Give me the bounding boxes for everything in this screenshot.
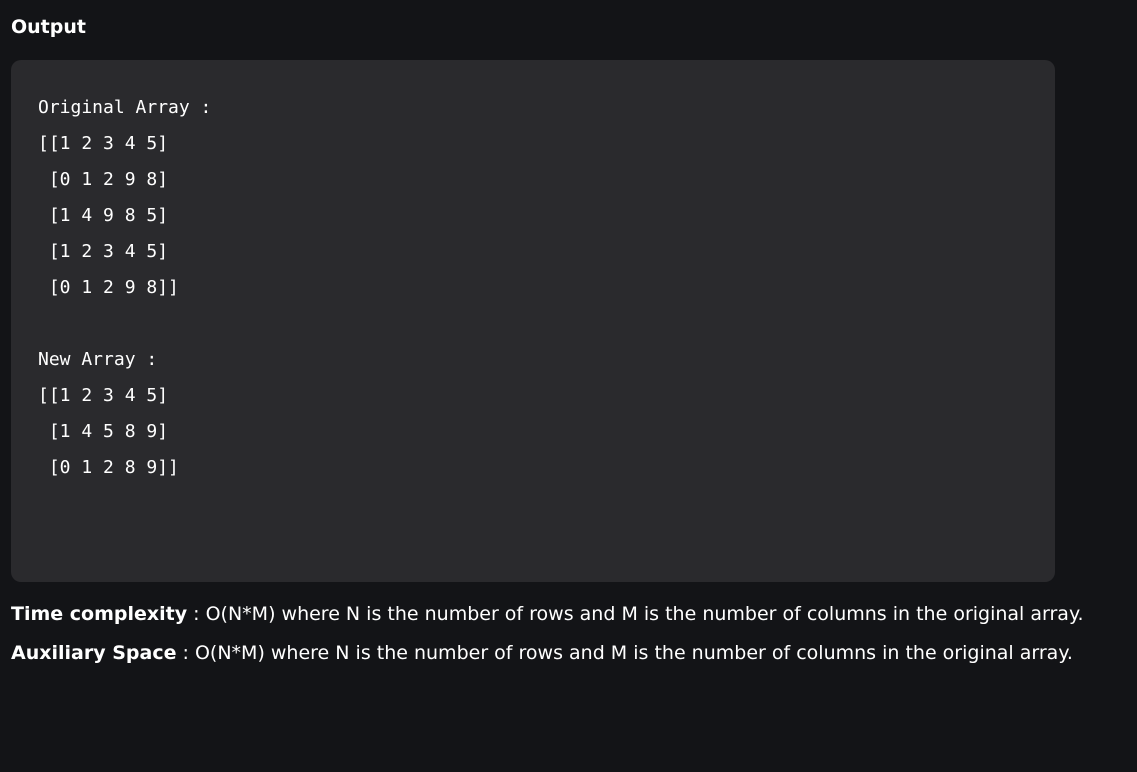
auxiliary-space-note: Auxiliary Space : O(N*M) where N is the … (11, 634, 1111, 673)
output-block: Original Array : [[1 2 3 4 5] [0 1 2 9 8]… (11, 60, 1055, 582)
time-complexity-label: Time complexity (11, 603, 188, 625)
output-heading: Output (11, 16, 86, 38)
output-line: [1 4 5 8 9] (38, 421, 169, 442)
output-line: [0 1 2 8 9]] (38, 457, 179, 478)
output-text: Original Array : [[1 2 3 4 5] [0 1 2 9 8]… (38, 90, 1055, 486)
complexity-notes: Time complexity : O(N*M) where N is the … (11, 595, 1111, 672)
output-line: [[1 2 3 4 5] (38, 133, 169, 154)
output-line: New Array : (38, 349, 158, 370)
output-line: [0 1 2 9 8] (38, 169, 169, 190)
output-line: [1 4 9 8 5] (38, 205, 169, 226)
output-line: Original Array : (38, 97, 212, 118)
time-complexity-note: Time complexity : O(N*M) where N is the … (11, 595, 1111, 634)
auxiliary-space-label: Auxiliary Space (11, 641, 177, 664)
output-line: [[1 2 3 4 5] (38, 385, 169, 406)
output-line: [0 1 2 9 8]] (38, 277, 179, 298)
auxiliary-space-text: : O(N*M) where N is the number of rows a… (176, 641, 1073, 664)
time-complexity-text: : O(N*M) where N is the number of rows a… (187, 603, 1084, 625)
output-line: [1 2 3 4 5] (38, 241, 169, 262)
